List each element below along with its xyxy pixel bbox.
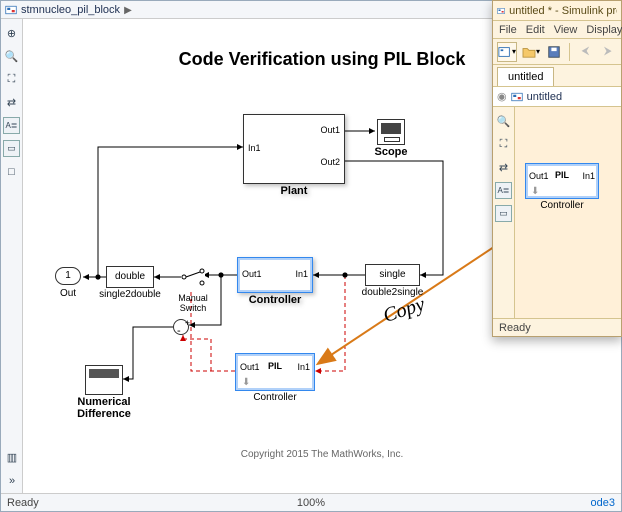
secondary-body: 🔍 ⛶ ⇄ A≣ ▭ In1 Out1 PIL ⬇ Controller Rea… (493, 107, 621, 336)
annotation-tool-icon[interactable]: A≣ (495, 182, 512, 199)
expand-icon[interactable]: » (4, 472, 21, 489)
block-scope[interactable]: Scope (377, 119, 405, 145)
scope-label: Scope (374, 146, 407, 158)
model-icon (497, 5, 505, 17)
menu-display[interactable]: Display (586, 24, 622, 36)
pil-text: PIL (268, 361, 282, 371)
secondary-window[interactable]: untitled * - Simulink prerelease u File … (492, 0, 622, 337)
viewmark-icon[interactable]: ▭ (3, 140, 20, 157)
save-button[interactable] (545, 42, 563, 62)
ctrl-label: Controller (249, 294, 302, 306)
outport-label: Out (60, 286, 76, 302)
plant-port-out1: Out1 (320, 125, 340, 135)
status-zoom: 100% (297, 497, 325, 509)
block-plant[interactable]: In1 Out1 Out2 Plant (243, 114, 345, 184)
swap-icon[interactable]: ⇄ (495, 159, 512, 176)
block-controller[interactable]: In1 Out1 Controller (237, 257, 313, 293)
secondary-statusbar: Ready (493, 318, 621, 336)
block-single2double[interactable]: double single2double (106, 266, 154, 288)
block-outport[interactable]: 1 Out (55, 267, 81, 285)
back-button[interactable]: ⮜ (576, 42, 594, 62)
pil2-text: PIL (555, 170, 569, 180)
ctrl-port-in1: In1 (295, 269, 308, 279)
secondary-canvas[interactable]: In1 Out1 PIL ⬇ Controller (515, 107, 621, 336)
forward-button[interactable]: ⮞ (599, 42, 617, 62)
block-pil-controller-copy[interactable]: In1 Out1 PIL ⬇ Controller (525, 163, 599, 199)
d2s-text: single (379, 269, 405, 280)
plant-port-out2: Out2 (320, 157, 340, 167)
s2d-text: double (115, 271, 145, 282)
block-numerical-difference[interactable]: Numerical Difference (85, 365, 123, 395)
diagram-title: Code Verification using PIL Block (179, 49, 466, 70)
numdiff-label: Numerical Difference (77, 396, 131, 420)
download-icon: ⬇ (531, 186, 539, 197)
download-icon: ⬇ (242, 377, 250, 388)
pil-port-in1: In1 (297, 362, 310, 372)
block-manual-switch[interactable]: Manual Switch (181, 263, 205, 291)
left-palette-bottom: ▥ » (1, 449, 23, 493)
pil2-port-in1: In1 (582, 171, 595, 181)
square-icon[interactable]: □ (3, 163, 20, 180)
model-icon (5, 4, 17, 16)
breadcrumb[interactable]: stmnucleo_pil_block ▶ (1, 1, 136, 19)
secondary-toolbar: ▾ ▾ ⮜ ⮞ (493, 39, 621, 65)
secondary-bc-name[interactable]: untitled (527, 91, 562, 103)
library-icon[interactable]: ▥ (4, 449, 21, 466)
ctrl-port-out1: Out1 (242, 269, 262, 279)
plant-port-in1: In1 (248, 143, 261, 153)
tab-untitled[interactable]: untitled (497, 67, 554, 86)
zoom-icon[interactable]: 🔍 (495, 113, 512, 130)
s2d-label: single2double (99, 289, 161, 300)
separator (569, 43, 570, 61)
viewmark-icon[interactable]: ▭ (495, 205, 512, 222)
copyright-text: Copyright 2015 The MathWorks, Inc. (241, 449, 404, 460)
block-double2single[interactable]: single double2single (365, 264, 420, 286)
menu-file[interactable]: File (499, 24, 517, 36)
status-bar: Ready 100% ode3 (1, 493, 621, 511)
secondary-palette: 🔍 ⛶ ⇄ A≣ ▭ (493, 107, 515, 318)
fit-icon[interactable]: ⛶ (495, 136, 512, 153)
secondary-title: untitled * - Simulink prerelease u (509, 5, 617, 17)
status-solver[interactable]: ode3 (591, 497, 621, 509)
copy-annotation: Copy (380, 293, 427, 328)
annotation-tool-icon[interactable]: A≣ (3, 117, 20, 134)
secondary-tabrow: untitled (493, 65, 621, 87)
block-pil-controller[interactable]: In1 Out1 PIL ⬇ Controller (235, 353, 315, 391)
outport-number: 1 (65, 270, 71, 281)
nav-back-icon[interactable]: ⊕ (3, 25, 20, 42)
left-palette: ⊕ 🔍 ⛶ ⇄ A≣ ▭ □ (1, 19, 23, 493)
model-icon (511, 91, 523, 103)
plant-label: Plant (281, 185, 308, 197)
pil-label: Controller (253, 392, 296, 403)
nav-circle-icon[interactable]: ◉ (497, 90, 507, 103)
zoom-icon[interactable]: 🔍 (3, 48, 20, 65)
pil2-port-out1: Out1 (529, 171, 549, 181)
breadcrumb-model-name[interactable]: stmnucleo_pil_block (21, 4, 120, 16)
block-sum[interactable]: + - (173, 319, 189, 335)
swap-icon[interactable]: ⇄ (3, 94, 20, 111)
menu-view[interactable]: View (554, 24, 578, 36)
open-button[interactable]: ▾ (521, 42, 541, 62)
status-ready: Ready (1, 497, 39, 509)
secondary-status-ready: Ready (499, 322, 531, 334)
secondary-breadcrumb[interactable]: ◉ untitled (493, 87, 621, 107)
menu-edit[interactable]: Edit (526, 24, 545, 36)
new-model-button[interactable]: ▾ (497, 42, 517, 62)
pil2-label: Controller (540, 200, 583, 211)
secondary-menubar: File Edit View Display Diag (493, 21, 621, 39)
chevron-right-icon: ▶ (124, 5, 132, 16)
switch-label: Manual Switch (178, 293, 208, 313)
secondary-titlebar[interactable]: untitled * - Simulink prerelease u (493, 1, 621, 21)
pil-port-out1: Out1 (240, 362, 260, 372)
fit-icon[interactable]: ⛶ (3, 71, 20, 88)
